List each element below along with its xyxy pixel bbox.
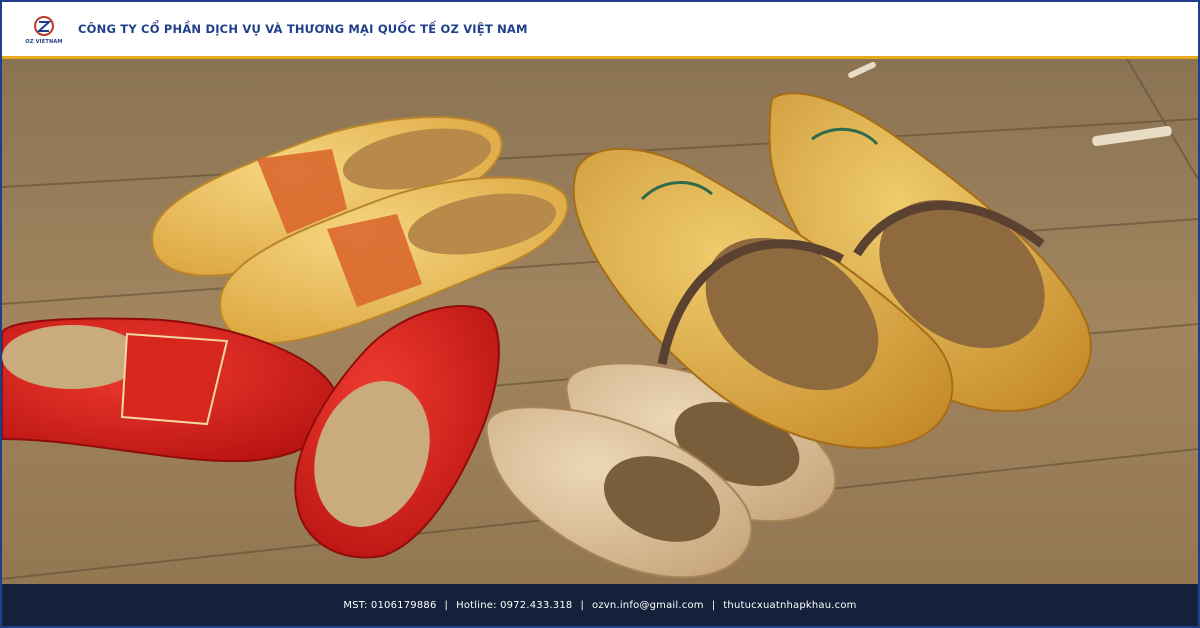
- separator: |: [580, 599, 585, 611]
- email-link[interactable]: ozvn.info@gmail.com: [592, 600, 704, 611]
- hotline: Hotline: 0972.433.318: [456, 599, 573, 611]
- header-bar: OZ VIETNAM CÔNG TY CỔ PHẦN DỊCH VỤ VÀ TH…: [2, 2, 1198, 59]
- tax-id: MST: 0106179886: [343, 599, 437, 611]
- company-logo: OZ VIETNAM: [24, 9, 64, 49]
- wooden-clogs-photo: [2, 59, 1198, 584]
- website-link[interactable]: thutucxuatnhapkhau.com: [723, 600, 856, 611]
- banner: OZ VIETNAM CÔNG TY CỔ PHẦN DỊCH VỤ VÀ TH…: [0, 0, 1200, 628]
- separator: |: [444, 599, 449, 611]
- oz-logo-icon: [34, 15, 54, 36]
- footer-contact-bar: MST: 0106179886 | Hotline: 0972.433.318 …: [2, 584, 1198, 626]
- company-name: CÔNG TY CỔ PHẦN DỊCH VỤ VÀ THƯƠNG MẠI QU…: [78, 22, 528, 36]
- logo-text: OZ VIETNAM: [25, 38, 63, 45]
- separator: |: [711, 599, 716, 611]
